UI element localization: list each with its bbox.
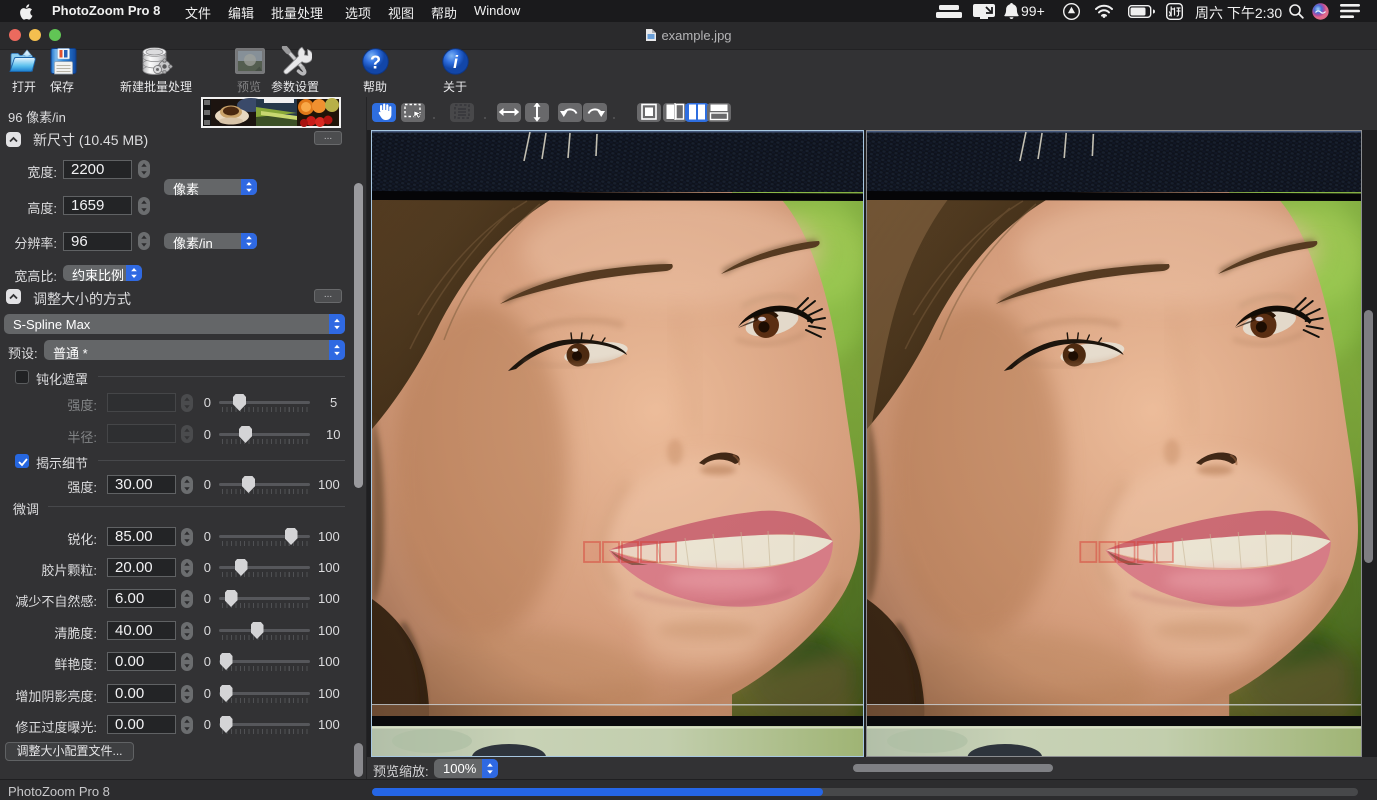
svg-text:?: ? <box>370 51 381 72</box>
